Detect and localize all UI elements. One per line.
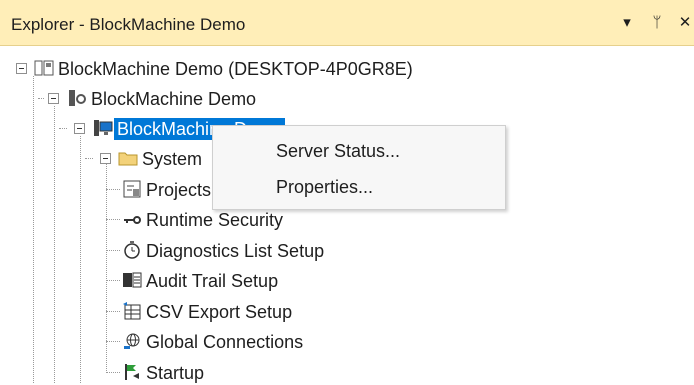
tree-line	[33, 76, 34, 383]
tree-line	[80, 136, 81, 383]
collapse-toggle[interactable]	[48, 93, 59, 104]
csv-icon	[123, 302, 141, 320]
tree-line	[106, 311, 120, 312]
tree-node-label: BlockMachine Demo	[91, 89, 257, 109]
tree-item-label: CSV Export Setup	[146, 302, 293, 322]
explorer-title: Explorer - BlockMachine Demo	[11, 15, 246, 34]
tree-line	[106, 189, 120, 190]
tree-line	[85, 158, 93, 159]
explorer-tree: BlockMachine Demo (DESKTOP-4P0GR8E) Bloc…	[0, 46, 694, 383]
menu-item-properties[interactable]: Properties...	[276, 177, 373, 198]
tree-node-label: System	[142, 149, 203, 169]
tree-item-label: Audit Trail Setup	[146, 271, 279, 291]
dropdown-button[interactable]: ▾	[617, 12, 637, 34]
key-icon	[124, 216, 141, 224]
explorer-titlebar: Explorer - BlockMachine Demo ▾ ᛘ ✕	[0, 0, 694, 46]
tree-line	[106, 280, 120, 281]
tree-item-label: Global Connections	[146, 332, 304, 352]
tree-item-label: Startup	[146, 363, 205, 383]
tree-line	[59, 128, 67, 129]
menu-item-server-status[interactable]: Server Status...	[276, 141, 400, 162]
tree-item-label: Diagnostics List Setup	[146, 241, 325, 261]
server-icon	[94, 120, 113, 136]
tree-line	[106, 250, 120, 251]
tree-node-label: BlockMachine Demo (DESKTOP-4P0GR8E)	[58, 59, 413, 79]
audit-icon	[123, 272, 142, 288]
tree-item-label: Projects	[146, 180, 212, 200]
project-icon	[123, 180, 141, 198]
clock-icon	[124, 241, 140, 259]
tree-line	[106, 219, 120, 220]
collapse-toggle[interactable]	[16, 63, 27, 74]
folder-icon	[118, 152, 138, 166]
workstation-icon	[34, 60, 54, 76]
pin-button[interactable]: ᛘ	[647, 12, 667, 34]
tree-line	[54, 106, 55, 383]
globe-icon	[124, 333, 140, 349]
tree-item-label: Runtime Security	[146, 210, 284, 230]
tree-line	[106, 341, 120, 342]
machine-icon	[69, 90, 86, 106]
tree-line	[106, 372, 120, 373]
collapse-toggle[interactable]	[100, 153, 111, 164]
flag-icon	[125, 364, 139, 380]
tree-line	[38, 98, 44, 99]
collapse-toggle[interactable]	[74, 123, 85, 134]
close-button[interactable]: ✕	[675, 12, 694, 34]
context-menu: Server Status... Properties...	[212, 125, 506, 210]
